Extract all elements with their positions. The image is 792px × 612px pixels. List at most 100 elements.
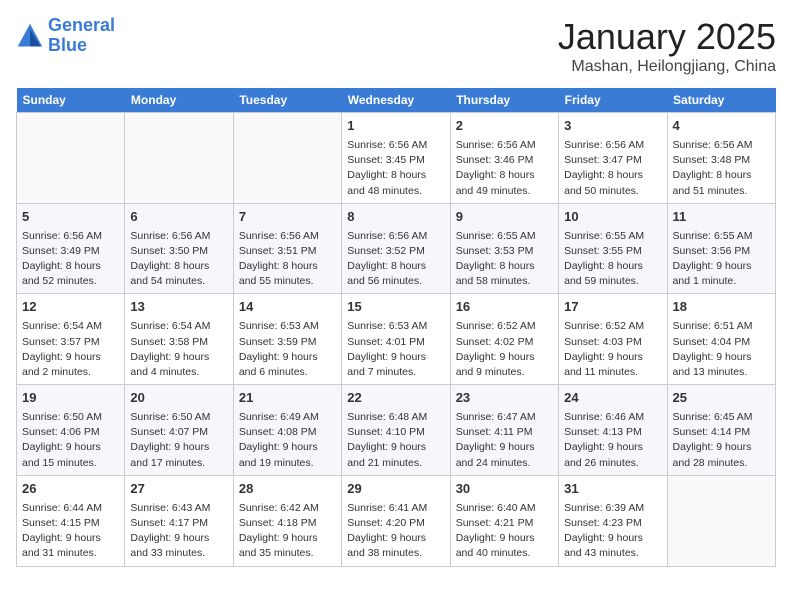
day-number: 19: [22, 389, 119, 408]
day-number: 11: [673, 208, 770, 227]
day-info: Sunrise: 6:39 AM Sunset: 4:23 PM Dayligh…: [564, 501, 661, 562]
day-info: Sunrise: 6:51 AM Sunset: 4:04 PM Dayligh…: [673, 319, 770, 380]
day-number: 9: [456, 208, 553, 227]
day-info: Sunrise: 6:55 AM Sunset: 3:55 PM Dayligh…: [564, 229, 661, 290]
day-info: Sunrise: 6:54 AM Sunset: 3:57 PM Dayligh…: [22, 319, 119, 380]
day-info: Sunrise: 6:55 AM Sunset: 3:53 PM Dayligh…: [456, 229, 553, 290]
calendar-cell: 18Sunrise: 6:51 AM Sunset: 4:04 PM Dayli…: [667, 294, 775, 385]
calendar-cell: 7 Sunrise: 6:56 AM Sunset: 3:51 PM Daylig…: [233, 203, 341, 294]
day-number: 21: [239, 389, 336, 408]
calendar-cell: 1Sunrise: 6:56 AM Sunset: 3:45 PM Daylig…: [342, 113, 450, 204]
day-info: Sunrise: 6:53 AM Sunset: 4:01 PM Dayligh…: [347, 319, 444, 380]
weekday-header-friday: Friday: [559, 88, 667, 113]
calendar-cell: 3Sunrise: 6:56 AM Sunset: 3:47 PM Daylig…: [559, 113, 667, 204]
day-number: 14: [239, 298, 336, 317]
day-info: Sunrise: 6:56 AM Sunset: 3:49 PM Dayligh…: [22, 229, 119, 290]
calendar-week-row: 5 Sunrise: 6:56 AM Sunset: 3:49 PM Daylig…: [17, 203, 776, 294]
calendar-cell: 23Sunrise: 6:47 AM Sunset: 4:11 PM Dayli…: [450, 385, 558, 476]
calendar-cell: 4Sunrise: 6:56 AM Sunset: 3:48 PM Daylig…: [667, 113, 775, 204]
day-number: 3: [564, 117, 661, 136]
calendar-cell: [667, 475, 775, 566]
logo-icon: [16, 22, 44, 50]
calendar-cell: 31 Sunrise: 6:39 AM Sunset: 4:23 PM Dayli…: [559, 475, 667, 566]
calendar-week-row: 1Sunrise: 6:56 AM Sunset: 3:45 PM Daylig…: [17, 113, 776, 204]
day-number: 12: [22, 298, 119, 317]
calendar-cell: [125, 113, 233, 204]
day-info: Sunrise: 6:56 AM Sunset: 3:51 PM Dayligh…: [239, 229, 336, 290]
calendar-table: SundayMondayTuesdayWednesdayThursdayFrid…: [16, 88, 776, 567]
weekday-header-row: SundayMondayTuesdayWednesdayThursdayFrid…: [17, 88, 776, 113]
calendar-cell: 26Sunrise: 6:44 AM Sunset: 4:15 PM Dayli…: [17, 475, 125, 566]
calendar-cell: 11 Sunrise: 6:55 AM Sunset: 3:56 PM Dayli…: [667, 203, 775, 294]
day-number: 25: [673, 389, 770, 408]
day-info: Sunrise: 6:52 AM Sunset: 4:03 PM Dayligh…: [564, 319, 661, 380]
day-number: 31: [564, 480, 661, 499]
weekday-header-tuesday: Tuesday: [233, 88, 341, 113]
calendar-cell: 12 Sunrise: 6:54 AM Sunset: 3:57 PM Dayli…: [17, 294, 125, 385]
day-number: 7: [239, 208, 336, 227]
day-info: Sunrise: 6:50 AM Sunset: 4:07 PM Dayligh…: [130, 410, 227, 471]
day-info: Sunrise: 6:46 AM Sunset: 4:13 PM Dayligh…: [564, 410, 661, 471]
day-info: Sunrise: 6:56 AM Sunset: 3:45 PM Dayligh…: [347, 138, 444, 199]
calendar-cell: [17, 113, 125, 204]
day-info: Sunrise: 6:41 AM Sunset: 4:20 PM Dayligh…: [347, 501, 444, 562]
calendar-cell: 29 Sunrise: 6:41 AM Sunset: 4:20 PM Dayli…: [342, 475, 450, 566]
calendar-cell: 10 Sunrise: 6:55 AM Sunset: 3:55 PM Dayli…: [559, 203, 667, 294]
calendar-cell: 14Sunrise: 6:53 AM Sunset: 3:59 PM Dayli…: [233, 294, 341, 385]
calendar-cell: 20 Sunrise: 6:50 AM Sunset: 4:07 PM Dayli…: [125, 385, 233, 476]
calendar-week-row: 26Sunrise: 6:44 AM Sunset: 4:15 PM Dayli…: [17, 475, 776, 566]
day-number: 15: [347, 298, 444, 317]
calendar-cell: 13 Sunrise: 6:54 AM Sunset: 3:58 PM Dayli…: [125, 294, 233, 385]
calendar-cell: 15 Sunrise: 6:53 AM Sunset: 4:01 PM Dayli…: [342, 294, 450, 385]
day-number: 28: [239, 480, 336, 499]
day-number: 20: [130, 389, 227, 408]
day-number: 6: [130, 208, 227, 227]
day-info: Sunrise: 6:50 AM Sunset: 4:06 PM Dayligh…: [22, 410, 119, 471]
day-info: Sunrise: 6:43 AM Sunset: 4:17 PM Dayligh…: [130, 501, 227, 562]
weekday-header-wednesday: Wednesday: [342, 88, 450, 113]
day-info: Sunrise: 6:54 AM Sunset: 3:58 PM Dayligh…: [130, 319, 227, 380]
page-header: General Blue January 2025 Mashan, Heilon…: [16, 16, 776, 76]
day-number: 5: [22, 208, 119, 227]
day-info: Sunrise: 6:48 AM Sunset: 4:10 PM Dayligh…: [347, 410, 444, 471]
location-title: Mashan, Heilongjiang, China: [558, 58, 776, 76]
calendar-cell: 5 Sunrise: 6:56 AM Sunset: 3:49 PM Daylig…: [17, 203, 125, 294]
weekday-header-monday: Monday: [125, 88, 233, 113]
month-title: January 2025: [558, 16, 776, 58]
day-info: Sunrise: 6:42 AM Sunset: 4:18 PM Dayligh…: [239, 501, 336, 562]
calendar-cell: 9 Sunrise: 6:55 AM Sunset: 3:53 PM Daylig…: [450, 203, 558, 294]
logo-line2: Blue: [48, 35, 87, 55]
title-block: January 2025 Mashan, Heilongjiang, China: [558, 16, 776, 76]
logo: General Blue: [16, 16, 115, 56]
calendar-cell: 30Sunrise: 6:40 AM Sunset: 4:21 PM Dayli…: [450, 475, 558, 566]
day-number: 10: [564, 208, 661, 227]
logo-text: General Blue: [48, 16, 115, 56]
day-number: 26: [22, 480, 119, 499]
calendar-cell: 21 Sunrise: 6:49 AM Sunset: 4:08 PM Dayli…: [233, 385, 341, 476]
calendar-cell: 8 Sunrise: 6:56 AM Sunset: 3:52 PM Daylig…: [342, 203, 450, 294]
weekday-header-saturday: Saturday: [667, 88, 775, 113]
calendar-cell: 17 Sunrise: 6:52 AM Sunset: 4:03 PM Dayli…: [559, 294, 667, 385]
calendar-cell: 27Sunrise: 6:43 AM Sunset: 4:17 PM Dayli…: [125, 475, 233, 566]
calendar-week-row: 19 Sunrise: 6:50 AM Sunset: 4:06 PM Dayli…: [17, 385, 776, 476]
calendar-cell: 16Sunrise: 6:52 AM Sunset: 4:02 PM Dayli…: [450, 294, 558, 385]
calendar-cell: 28 Sunrise: 6:42 AM Sunset: 4:18 PM Dayli…: [233, 475, 341, 566]
day-info: Sunrise: 6:56 AM Sunset: 3:52 PM Dayligh…: [347, 229, 444, 290]
day-number: 4: [673, 117, 770, 136]
calendar-cell: 22Sunrise: 6:48 AM Sunset: 4:10 PM Dayli…: [342, 385, 450, 476]
calendar-cell: 25 Sunrise: 6:45 AM Sunset: 4:14 PM Dayli…: [667, 385, 775, 476]
day-info: Sunrise: 6:56 AM Sunset: 3:50 PM Dayligh…: [130, 229, 227, 290]
day-number: 17: [564, 298, 661, 317]
weekday-header-thursday: Thursday: [450, 88, 558, 113]
day-info: Sunrise: 6:55 AM Sunset: 3:56 PM Dayligh…: [673, 229, 770, 290]
day-info: Sunrise: 6:49 AM Sunset: 4:08 PM Dayligh…: [239, 410, 336, 471]
day-number: 8: [347, 208, 444, 227]
day-info: Sunrise: 6:40 AM Sunset: 4:21 PM Dayligh…: [456, 501, 553, 562]
day-info: Sunrise: 6:56 AM Sunset: 3:46 PM Dayligh…: [456, 138, 553, 199]
day-number: 16: [456, 298, 553, 317]
day-number: 29: [347, 480, 444, 499]
calendar-cell: 19 Sunrise: 6:50 AM Sunset: 4:06 PM Dayli…: [17, 385, 125, 476]
day-number: 13: [130, 298, 227, 317]
calendar-cell: [233, 113, 341, 204]
day-info: Sunrise: 6:45 AM Sunset: 4:14 PM Dayligh…: [673, 410, 770, 471]
